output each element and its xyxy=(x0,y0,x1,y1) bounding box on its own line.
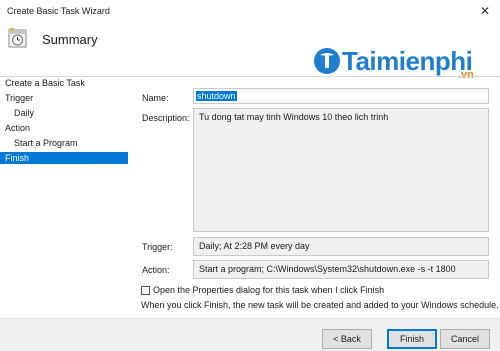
finish-note: When you click Finish, the new task will… xyxy=(141,300,499,310)
page-title: Summary xyxy=(42,32,98,47)
open-properties-label[interactable]: Open the Properties dialog for this task… xyxy=(153,285,384,295)
step-finish[interactable]: Finish xyxy=(0,152,128,164)
step-create-basic-task[interactable]: Create a Basic Task xyxy=(0,77,128,89)
watermark-logo: Taimienphi .vn xyxy=(308,40,488,86)
action-label: Action: xyxy=(142,265,170,275)
task-scheduler-icon xyxy=(8,28,27,48)
watermark-globe-icon xyxy=(314,48,340,74)
name-value: shutdown xyxy=(196,91,237,101)
close-icon[interactable]: ✕ xyxy=(474,2,496,20)
action-field: Start a program; C:\Windows\System32\shu… xyxy=(193,260,489,279)
title-bar: Create Basic Task Wizard ✕ xyxy=(0,0,500,22)
wizard-steps: Create a Basic Task Trigger Daily Action… xyxy=(0,77,135,309)
trigger-field: Daily; At 2:28 PM every day xyxy=(193,237,489,256)
step-action[interactable]: Action xyxy=(0,122,128,134)
trigger-label: Trigger: xyxy=(142,242,173,252)
step-trigger[interactable]: Trigger xyxy=(0,92,128,104)
back-button[interactable]: < Back xyxy=(322,329,372,349)
watermark-tld: .vn xyxy=(458,69,474,81)
description-field[interactable]: Tu dong tat may tinh Windows 10 theo lic… xyxy=(193,108,489,232)
step-daily[interactable]: Daily xyxy=(0,107,128,119)
name-field[interactable]: shutdown xyxy=(193,88,489,104)
button-bar: < Back Finish Cancel xyxy=(0,318,500,351)
finish-button[interactable]: Finish xyxy=(387,329,437,349)
open-properties-checkbox[interactable] xyxy=(141,286,150,295)
description-label: Description: xyxy=(142,113,190,123)
cancel-button[interactable]: Cancel xyxy=(440,329,490,349)
window-title: Create Basic Task Wizard xyxy=(7,6,110,16)
watermark-brand: Taimienphi xyxy=(342,46,473,76)
name-label: Name: xyxy=(142,93,169,103)
step-start-program[interactable]: Start a Program xyxy=(0,137,128,149)
